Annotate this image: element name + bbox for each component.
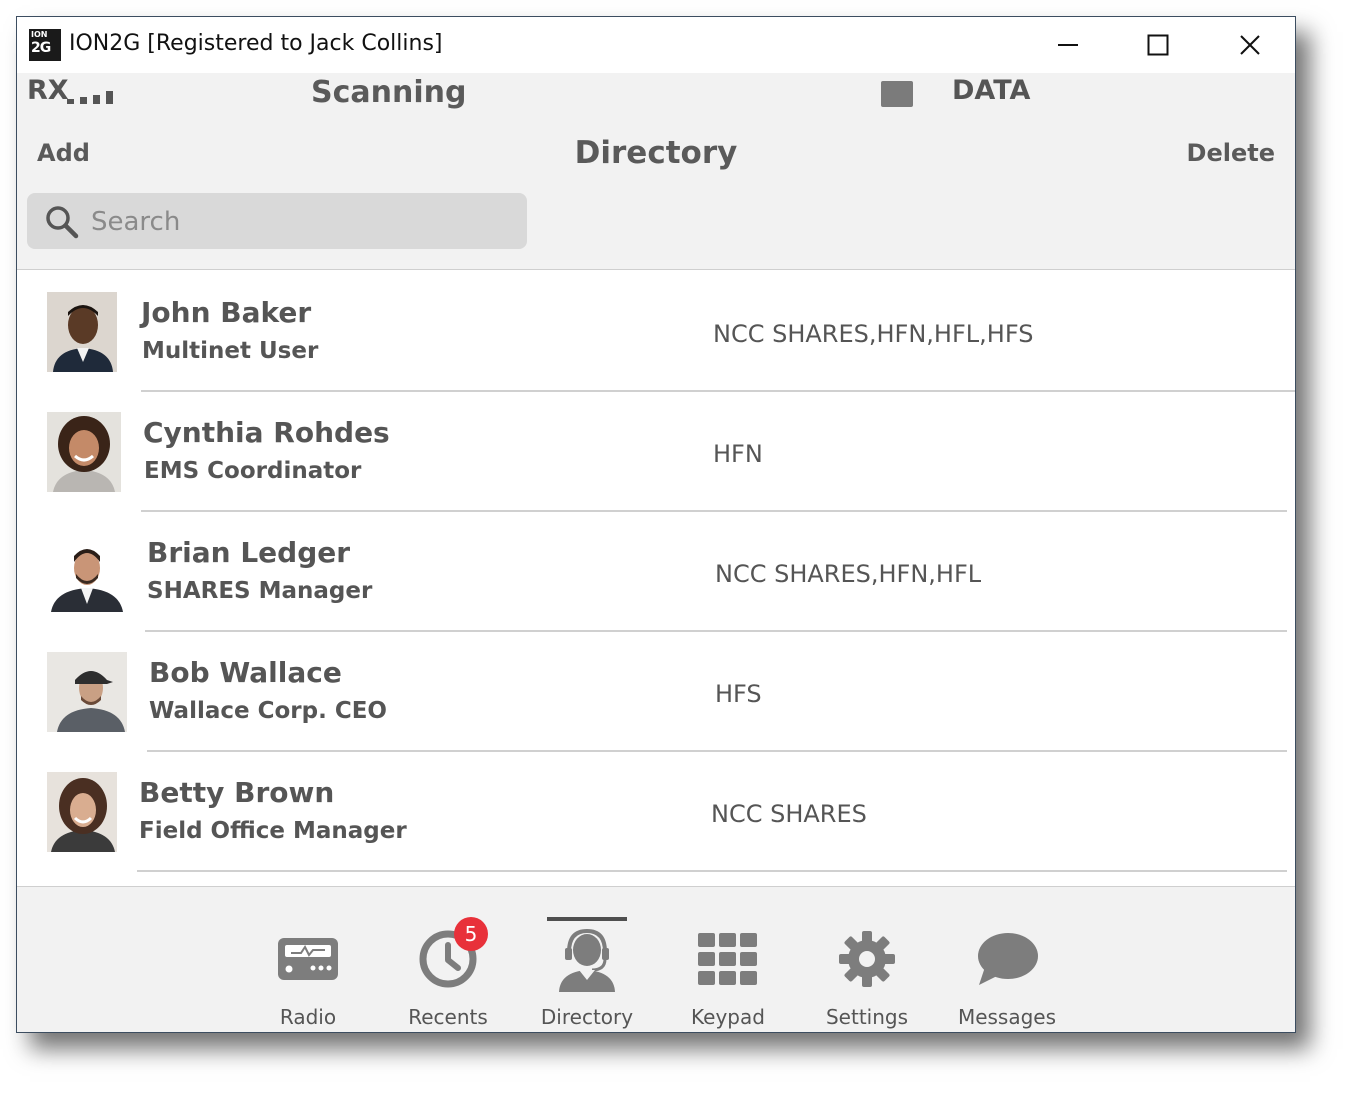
recents-badge: 5 — [454, 917, 488, 951]
avatar-photo-icon — [47, 532, 125, 612]
contact-list: John Baker Multinet User NCC SHARES,HFN,… — [17, 269, 1295, 887]
nav-radio[interactable]: Radio — [248, 919, 368, 1029]
avatar — [47, 292, 117, 372]
contact-row[interactable]: Brian Ledger SHARES Manager NCC SHARES,H… — [17, 510, 1295, 632]
contact-groups: HFS — [715, 680, 762, 708]
avatar-photo-icon — [47, 772, 117, 852]
contact-role: Wallace Corp. CEO — [149, 698, 387, 724]
avatar-photo-icon — [47, 412, 121, 492]
keypad-icon — [698, 933, 757, 985]
contact-role: Multinet User — [142, 338, 319, 364]
nav-messages-label: Messages — [957, 1005, 1057, 1029]
avatar — [47, 412, 121, 492]
avatar — [47, 532, 125, 612]
add-button[interactable]: Add — [37, 139, 90, 167]
search-icon — [46, 206, 79, 239]
gear-icon — [839, 931, 895, 987]
nav-messages[interactable]: Messages — [947, 919, 1067, 1029]
minimize-button[interactable] — [1045, 25, 1091, 65]
nav-recents-label: Recents — [408, 1005, 488, 1029]
contact-groups: HFN — [713, 440, 763, 468]
contact-groups: NCC SHARES — [711, 800, 867, 828]
delete-button[interactable]: Delete — [1187, 139, 1275, 167]
nav-radio-label: Radio — [279, 1005, 337, 1029]
row-divider — [137, 870, 1287, 872]
app-logo-top: ION — [31, 30, 48, 39]
radio-status-bar: RX Scanning DATA — [17, 73, 1295, 127]
title-bar: ION 2G ION2G [Registered to Jack Collins… — [17, 17, 1295, 73]
app-logo: ION 2G — [29, 29, 61, 61]
nav-directory-label: Directory — [540, 1005, 634, 1029]
page-title: Directory — [574, 135, 738, 171]
directory-toolbar: Directory Add Delete — [17, 133, 1295, 177]
rx-indicator: RX — [27, 75, 69, 106]
close-button[interactable] — [1227, 25, 1273, 65]
contact-name: John Baker — [141, 296, 312, 329]
nav-settings[interactable]: Settings — [807, 919, 927, 1029]
contact-row[interactable]: Cynthia Rohdes EMS Coordinator HFN — [17, 390, 1295, 512]
nav-keypad[interactable]: Keypad — [668, 919, 788, 1029]
nav-directory[interactable]: Directory — [527, 919, 647, 1029]
scan-status: Scanning — [311, 75, 467, 110]
search-box — [27, 193, 527, 249]
contact-name: Betty Brown — [139, 776, 335, 809]
contact-groups: NCC SHARES,HFN,HFL — [715, 560, 982, 588]
contact-name: Cynthia Rohdes — [143, 416, 390, 449]
avatar-photo-icon — [47, 652, 127, 732]
contact-role: SHARES Manager — [147, 578, 373, 604]
nav-keypad-label: Keypad — [691, 1005, 765, 1029]
contact-name: Bob Wallace — [149, 656, 342, 689]
contact-row[interactable]: Bob Wallace Wallace Corp. CEO HFS — [17, 630, 1295, 752]
contact-row[interactable]: John Baker Multinet User NCC SHARES,HFN,… — [17, 270, 1295, 392]
contact-row[interactable]: Betty Brown Field Office Manager NCC SHA… — [17, 750, 1295, 872]
window-title: ION2G [Registered to Jack Collins] — [69, 31, 443, 56]
app-logo-bottom: 2G — [31, 40, 51, 56]
nav-settings-label: Settings — [825, 1005, 909, 1029]
bottom-navigation: Radio 5 Recents Directory Keypad Setting… — [17, 889, 1295, 1032]
avatar — [47, 772, 117, 852]
app-window: ION 2G ION2G [Registered to Jack Collins… — [16, 16, 1296, 1033]
signal-strength-icon — [67, 91, 113, 104]
radio-icon — [278, 938, 338, 980]
avatar — [47, 652, 127, 732]
maximize-icon — [1147, 34, 1169, 56]
data-indicator-icon — [881, 81, 913, 107]
avatar-photo-icon — [47, 292, 117, 372]
search-input[interactable] — [89, 201, 513, 243]
chat-bubble-icon — [978, 933, 1038, 985]
contact-role: Field Office Manager — [139, 818, 407, 844]
close-icon — [1240, 35, 1260, 55]
contact-role: EMS Coordinator — [144, 458, 362, 484]
contact-groups: NCC SHARES,HFN,HFL,HFS — [713, 320, 1034, 348]
contact-name: Brian Ledger — [147, 536, 351, 569]
headset-user-icon — [559, 928, 615, 992]
maximize-button[interactable] — [1135, 25, 1181, 65]
minimize-icon — [1058, 44, 1078, 46]
data-label: DATA — [952, 75, 1031, 106]
nav-recents[interactable]: 5 Recents — [388, 917, 508, 1029]
